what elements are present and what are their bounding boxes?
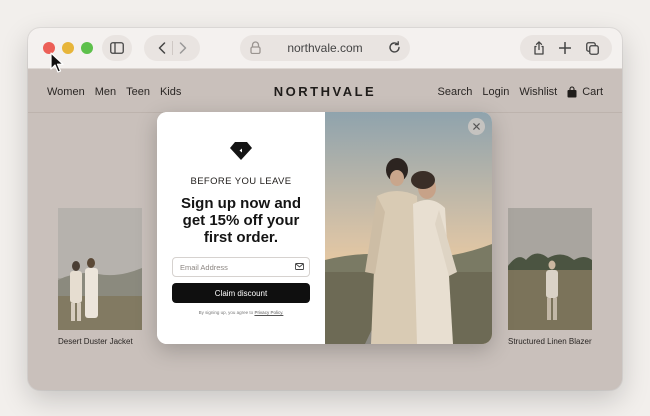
mail-icon xyxy=(295,263,304,270)
headline-line: first order. xyxy=(203,229,279,246)
cart-label: Cart xyxy=(582,86,603,98)
history-nav-group xyxy=(144,35,200,61)
headline-line: Sign up now and xyxy=(181,195,301,212)
nav-link-login[interactable]: Login xyxy=(482,86,509,98)
disclaimer-text: By signing up, you agree to xyxy=(198,310,254,315)
product-image xyxy=(58,208,142,330)
diamond-logo-icon xyxy=(230,142,252,160)
share-icon[interactable] xyxy=(533,41,545,55)
sidebar-toggle-button[interactable] xyxy=(102,35,132,61)
utility-nav: Search Login Wishlist Cart xyxy=(438,86,603,98)
nav-divider xyxy=(171,41,173,55)
popup-headline: Sign up now and get 15% off your first o… xyxy=(165,195,317,246)
new-tab-icon[interactable] xyxy=(559,42,572,54)
forward-icon[interactable] xyxy=(179,42,187,54)
url-text: northvale.com xyxy=(287,41,363,55)
browser-toolbar: northvale.com xyxy=(28,28,622,69)
popup-hero-image xyxy=(325,112,492,344)
close-icon xyxy=(473,123,480,130)
discount-popup: BEFORE YOU LEAVE Sign up now and get 15%… xyxy=(157,112,492,344)
popup-eyebrow: BEFORE YOU LEAVE xyxy=(190,176,292,187)
headline-line: get 15% off your xyxy=(182,212,300,229)
tabs-icon[interactable] xyxy=(585,41,599,55)
email-input[interactable] xyxy=(172,257,310,277)
nav-link-search[interactable]: Search xyxy=(438,86,473,98)
claim-discount-button[interactable]: Claim discount xyxy=(172,283,310,303)
product-card[interactable]: Desert Duster Jacket xyxy=(58,208,142,346)
privacy-policy-link[interactable]: Privacy Policy. xyxy=(254,310,283,315)
product-image xyxy=(508,208,592,330)
sidebar-icon xyxy=(110,42,124,54)
zoom-window-button[interactable] xyxy=(81,42,93,54)
site-header: Women Men Teen Kids NORTHVALE Search Log… xyxy=(28,69,622,113)
cart-link[interactable]: Cart xyxy=(567,86,603,98)
product-card[interactable]: Structured Linen Blazer xyxy=(508,208,592,346)
product-name: Desert Duster Jacket xyxy=(58,337,133,346)
website-viewport: Women Men Teen Kids NORTHVALE Search Log… xyxy=(28,69,622,390)
reload-icon[interactable] xyxy=(388,41,401,54)
shopping-bag-icon xyxy=(567,86,577,98)
privacy-disclaimer: By signing up, you agree to Privacy Poli… xyxy=(157,310,325,315)
address-bar[interactable]: northvale.com xyxy=(240,35,410,61)
nav-link-wishlist[interactable]: Wishlist xyxy=(519,86,557,98)
popup-content: BEFORE YOU LEAVE Sign up now and get 15%… xyxy=(157,112,325,344)
close-popup-button[interactable] xyxy=(468,118,485,135)
mouse-pointer-icon xyxy=(50,52,64,73)
product-name: Structured Linen Blazer xyxy=(508,337,592,346)
browser-actions-group xyxy=(520,35,612,61)
back-icon[interactable] xyxy=(158,42,166,54)
browser-window: northvale.com Women Men Teen Kids NORTHV… xyxy=(28,28,622,390)
